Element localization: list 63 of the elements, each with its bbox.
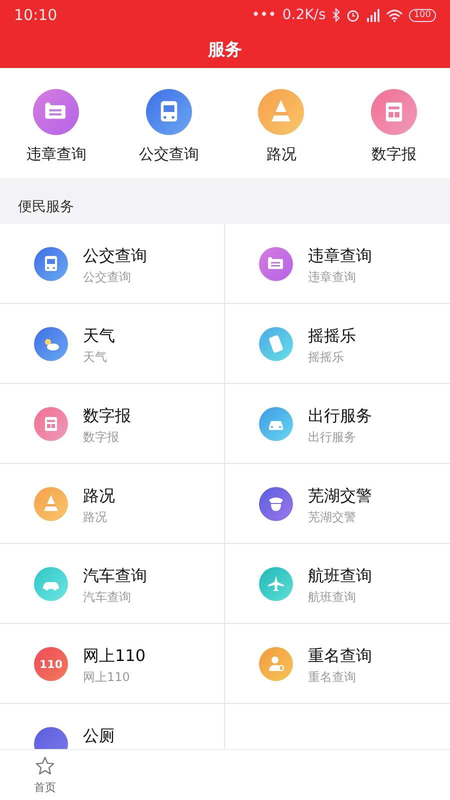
service-subtitle: 违章查询 [308,269,357,285]
service-subtitle: 数字报 [83,429,120,445]
airplane-icon [259,567,293,601]
quick-action-button[interactable]: 数字报 [338,88,450,164]
traffic-cone-icon [258,89,304,135]
service-subtitle: 摇摇乐 [308,349,345,365]
service-subtitle: 航班查询 [308,589,357,605]
ticket-icon [33,89,80,135]
number-badge: 110 [34,647,68,681]
service-subtitle: 天气 [83,349,108,365]
service-subtitle: 出行服务 [308,429,357,445]
signal-icon [366,8,380,22]
service-title: 重名查询 [308,646,372,666]
service-title: 公交查询 [83,246,147,266]
newspaper-icon [370,89,417,135]
service-item[interactable]: 路况 路况 [0,464,225,544]
traffic-cone-icon [34,487,68,521]
quick-action-button[interactable]: 公交查询 [112,88,225,164]
service-title: 芜湖交警 [308,486,372,506]
service-title: 天气 [83,326,115,346]
star-icon [35,756,55,776]
service-subtitle: 公交查询 [83,269,132,285]
newspaper-icon [34,407,68,441]
service-item[interactable]: 汽车查询 汽车查询 [0,544,225,624]
police-cap-icon [259,487,293,521]
alarm-icon [346,8,360,22]
section-title: 便民服务 [17,198,75,217]
service-item[interactable]: 天气 天气 [0,304,225,384]
person-search-icon [259,647,293,681]
service-subtitle: 芜湖交警 [308,509,357,525]
service-title: 路况 [83,486,115,506]
service-title: 违章查询 [308,246,372,266]
home-tab[interactable]: 首页 [0,750,90,800]
bus-icon [34,247,68,281]
service-item[interactable]: 110 网上110 网上110 [0,624,225,704]
battery-indicator: 100 [408,8,436,22]
service-title: 出行服务 [308,406,372,426]
quick-action-button[interactable]: 路况 [225,88,338,164]
service-title: 航班查询 [308,566,372,586]
service-title: 网上110 [83,646,146,666]
service-subtitle: 网上110 [83,669,131,685]
page-title: 服务 [0,30,450,68]
status-dots: ••• [252,7,276,23]
service-title: 摇摇乐 [308,326,356,346]
network-speed: 0.2K/s [282,7,326,23]
bluetooth-icon [332,8,340,22]
bus-icon [146,89,192,135]
service-title: 数字报 [83,406,131,426]
phone-icon [259,327,293,361]
wifi-icon [386,8,403,22]
service-subtitle: 重名查询 [308,669,357,685]
service-title: 汽车查询 [83,566,147,586]
service-item[interactable]: 数字报 数字报 [0,384,225,464]
ticket-icon [259,247,293,281]
service-item[interactable]: 公交查询 公交查询 [0,224,225,304]
service-subtitle: 汽车查询 [83,589,132,605]
status-time: 10:10 [14,6,58,24]
quick-action-button[interactable]: 违章查询 [0,88,112,164]
car-icon [34,567,68,601]
car-icon [259,407,293,441]
service-title: 公厕 [83,726,115,746]
weather-icon [34,327,68,361]
service-subtitle: 路况 [83,509,108,525]
